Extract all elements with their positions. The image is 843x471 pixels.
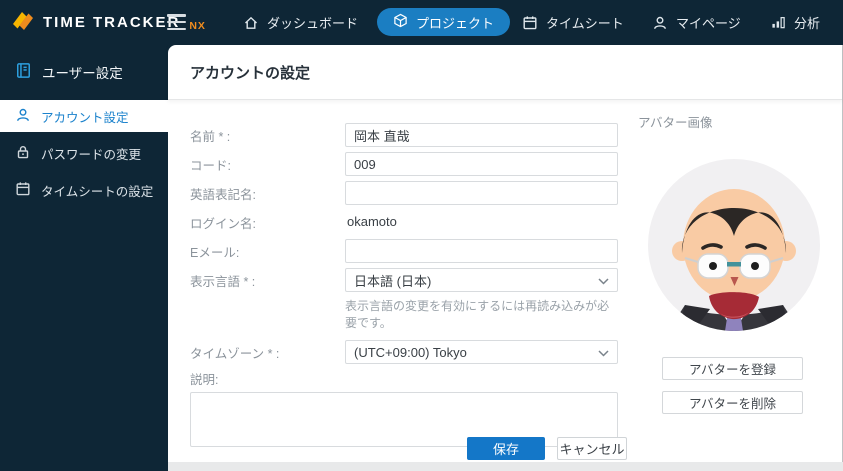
- form-actions: 保存 キャンセル: [467, 437, 627, 460]
- sidebar-item-timesheet-settings[interactable]: タイムシートの設定: [0, 174, 168, 206]
- description-label: 説明:: [190, 369, 618, 388]
- nav-item-timesheet[interactable]: タイムシート: [522, 0, 624, 45]
- save-button[interactable]: 保存: [467, 437, 545, 460]
- form-row-code: コード:: [190, 152, 618, 176]
- form-row-login-name: ログイン名: okamoto: [190, 210, 618, 234]
- avatar-section-title: アバター画像: [638, 112, 713, 131]
- language-selected-value: 日本語 (日本): [354, 271, 431, 290]
- book-icon: [15, 62, 32, 82]
- brand-suffix: NX: [189, 20, 206, 32]
- user-icon: [652, 15, 668, 31]
- sidebar-section-user-settings: ユーザー設定: [0, 59, 168, 85]
- sidebar-item-account-settings[interactable]: アカウント設定: [0, 100, 168, 132]
- nav-label: ダッシュボード: [267, 13, 358, 32]
- login-name-value: okamoto: [345, 214, 397, 229]
- account-form: 名前 * : コード: 英語表記名: ログイン名: okamoto Eメール: …: [190, 123, 618, 452]
- avatar-register-button[interactable]: アバターを登録: [662, 357, 803, 380]
- timezone-select[interactable]: (UTC+09:00) Tokyo: [345, 340, 618, 364]
- calendar-icon: [15, 181, 31, 200]
- language-hint: 表示言語の変更を有効にするには再読み込みが必要です。: [345, 297, 618, 331]
- code-input[interactable]: [345, 152, 618, 176]
- nav-item-project-active[interactable]: プロジェクト: [377, 8, 510, 36]
- timezone-label: タイムゾーン * :: [190, 343, 345, 362]
- language-select[interactable]: 日本語 (日本): [345, 268, 618, 292]
- bar-chart-icon: [771, 15, 786, 30]
- form-row-english-name: 英語表記名:: [190, 181, 618, 205]
- sidebar-item-change-password[interactable]: パスワードの変更: [0, 137, 168, 169]
- nav-item-dashboard[interactable]: ダッシュボード: [243, 0, 358, 45]
- panel-body: 名前 * : コード: 英語表記名: ログイン名: okamoto Eメール: …: [168, 100, 842, 461]
- form-row-name: 名前 * :: [190, 123, 618, 147]
- english-name-label: 英語表記名:: [190, 184, 345, 203]
- logo-zigzag-icon: [10, 7, 36, 38]
- sidebar-item-label: アカウント設定: [41, 107, 129, 126]
- page-title: アカウントの設定: [190, 62, 310, 83]
- login-name-label: ログイン名:: [190, 213, 345, 232]
- form-row-timezone: タイムゾーン * : (UTC+09:00) Tokyo: [190, 340, 618, 364]
- sidebar-section-label: ユーザー設定: [42, 62, 123, 82]
- hamburger-icon[interactable]: [167, 14, 186, 30]
- settings-sidebar: ユーザー設定 アカウント設定 パスワードの変更 タイムシートの設定: [0, 45, 168, 471]
- name-label: 名前 * :: [190, 126, 345, 145]
- avatar-delete-button[interactable]: アバターを削除: [662, 391, 803, 414]
- cancel-button[interactable]: キャンセル: [557, 437, 627, 460]
- brand-name: TIME TRACKER: [43, 14, 180, 31]
- user-icon: [15, 107, 31, 126]
- timezone-selected-value: (UTC+09:00) Tokyo: [354, 345, 467, 360]
- nav-label: マイページ: [676, 13, 741, 32]
- calendar-icon: [522, 15, 538, 31]
- nav-item-mypage[interactable]: マイページ: [652, 0, 741, 45]
- panel-header: アカウントの設定: [168, 45, 842, 100]
- sidebar-item-label: タイムシートの設定: [41, 181, 153, 200]
- avatar-image: [648, 159, 820, 331]
- chevron-down-icon: [598, 345, 609, 360]
- nav-label: タイムシート: [546, 13, 624, 32]
- nav-label: プロジェクト: [416, 13, 494, 32]
- sidebar-item-label: パスワードの変更: [41, 144, 141, 163]
- code-label: コード:: [190, 155, 345, 174]
- language-label: 表示言語 * :: [190, 271, 345, 290]
- name-input[interactable]: [345, 123, 618, 147]
- email-input[interactable]: [345, 239, 618, 263]
- chevron-down-icon: [598, 273, 609, 288]
- nav-item-analysis[interactable]: 分析: [771, 0, 820, 45]
- form-row-email: Eメール:: [190, 239, 618, 263]
- form-row-language: 表示言語 * : 日本語 (日本): [190, 268, 618, 292]
- account-settings-panel: アカウントの設定 名前 * : コード: 英語表記名: ログイン名: okamo…: [168, 45, 843, 462]
- cube-icon: [393, 13, 408, 31]
- top-navigation-bar: TIME TRACKER NX ダッシュボード プロジェクト タイム: [0, 0, 843, 45]
- email-label: Eメール:: [190, 242, 345, 261]
- nav-label: 分析: [794, 13, 820, 32]
- home-icon: [243, 15, 259, 31]
- english-name-input[interactable]: [345, 181, 618, 205]
- lock-icon: [15, 144, 31, 163]
